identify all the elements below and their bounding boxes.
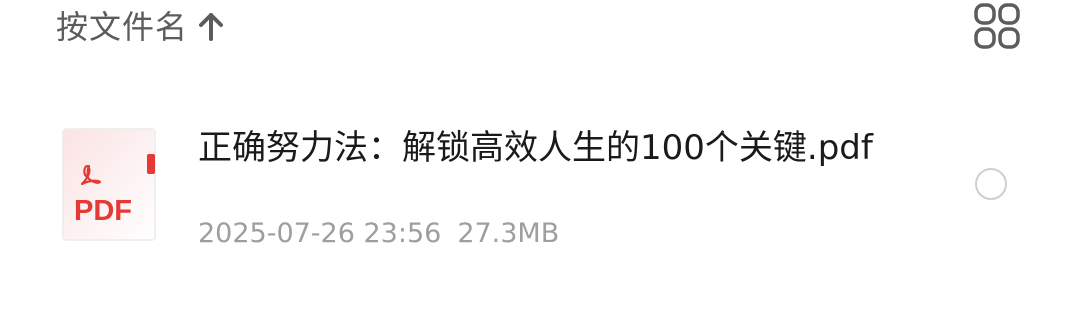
sort-by-name-button[interactable]: 按文件名 <box>56 4 224 50</box>
arrow-up-icon <box>198 12 224 42</box>
file-date: 2025-07-26 23:56 <box>198 218 442 249</box>
file-list-page: 按文件名 PDF 正确努力法：解锁高效人生的100个关键.pdf 2025-07… <box>0 0 1080 328</box>
view-toggle-button[interactable] <box>972 2 1022 50</box>
pdf-type-badge: PDF <box>74 195 132 227</box>
file-name: 正确努力法：解锁高效人生的100个关键.pdf <box>198 128 873 168</box>
pdf-file-icon: PDF <box>62 128 158 242</box>
file-size: 27.3MB <box>457 218 560 249</box>
file-meta: 2025-07-26 23:56 27.3MB <box>198 216 559 252</box>
sort-label: 按文件名 <box>56 8 189 46</box>
list-item[interactable]: PDF 正确努力法：解锁高效人生的100个关键.pdf 2025-07-26 2… <box>0 108 1080 268</box>
grid-view-icon <box>974 3 1020 49</box>
select-radio[interactable] <box>975 168 1007 200</box>
